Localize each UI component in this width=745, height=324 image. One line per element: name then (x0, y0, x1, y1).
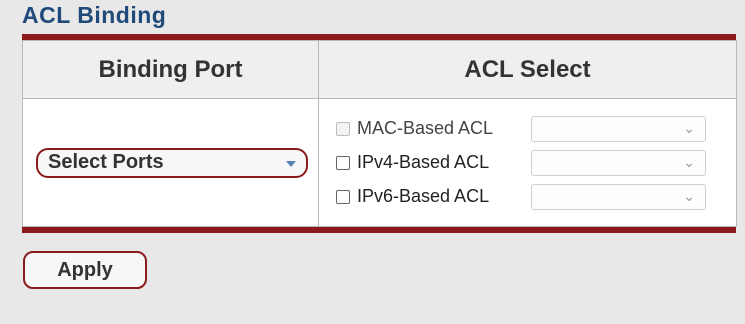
binding-port-cell: Select Ports (22, 98, 319, 227)
chevron-down-icon: ⌄ (683, 120, 695, 136)
ipv6-acl-label: IPv6-Based ACL (357, 186, 490, 206)
acl-select-header: ACL Select (318, 40, 737, 99)
acl-option-mac: MAC-Based ACL ⌄ (336, 112, 735, 146)
select-ports-dropdown[interactable]: Select Ports (36, 147, 308, 178)
mac-acl-label: MAC-Based ACL (357, 118, 494, 138)
acl-option-ipv4: IPv4-Based ACL ⌄ (336, 146, 735, 180)
chevron-down-icon: ⌄ (683, 154, 695, 170)
select-ports-label: Select Ports (48, 151, 164, 173)
acl-option-ipv6: IPv6-Based ACL ⌄ (336, 180, 735, 214)
ipv4-acl-checkbox[interactable] (336, 155, 350, 170)
page-title: ACL Binding (22, 2, 167, 28)
chevron-down-icon: ⌄ (683, 188, 695, 204)
chevron-down-icon (286, 160, 296, 167)
binding-port-header: Binding Port (22, 40, 319, 99)
mac-acl-checkbox[interactable] (336, 121, 350, 136)
ipv6-acl-select[interactable]: ⌄ (531, 183, 706, 210)
acl-binding-table: Binding Port ACL Select Select Ports MAC… (22, 34, 737, 233)
mac-acl-select[interactable]: ⌄ (531, 115, 706, 142)
acl-options-list: MAC-Based ACL ⌄ IPv4-Based ACL ⌄ IPv6-Ba… (320, 112, 735, 214)
ipv4-acl-label: IPv4-Based ACL (357, 152, 490, 172)
acl-select-cell: MAC-Based ACL ⌄ IPv4-Based ACL ⌄ IPv6-Ba… (318, 98, 737, 227)
apply-button[interactable]: Apply (23, 251, 147, 289)
ipv4-acl-select[interactable]: ⌄ (531, 149, 706, 176)
ipv6-acl-checkbox[interactable] (336, 189, 350, 204)
